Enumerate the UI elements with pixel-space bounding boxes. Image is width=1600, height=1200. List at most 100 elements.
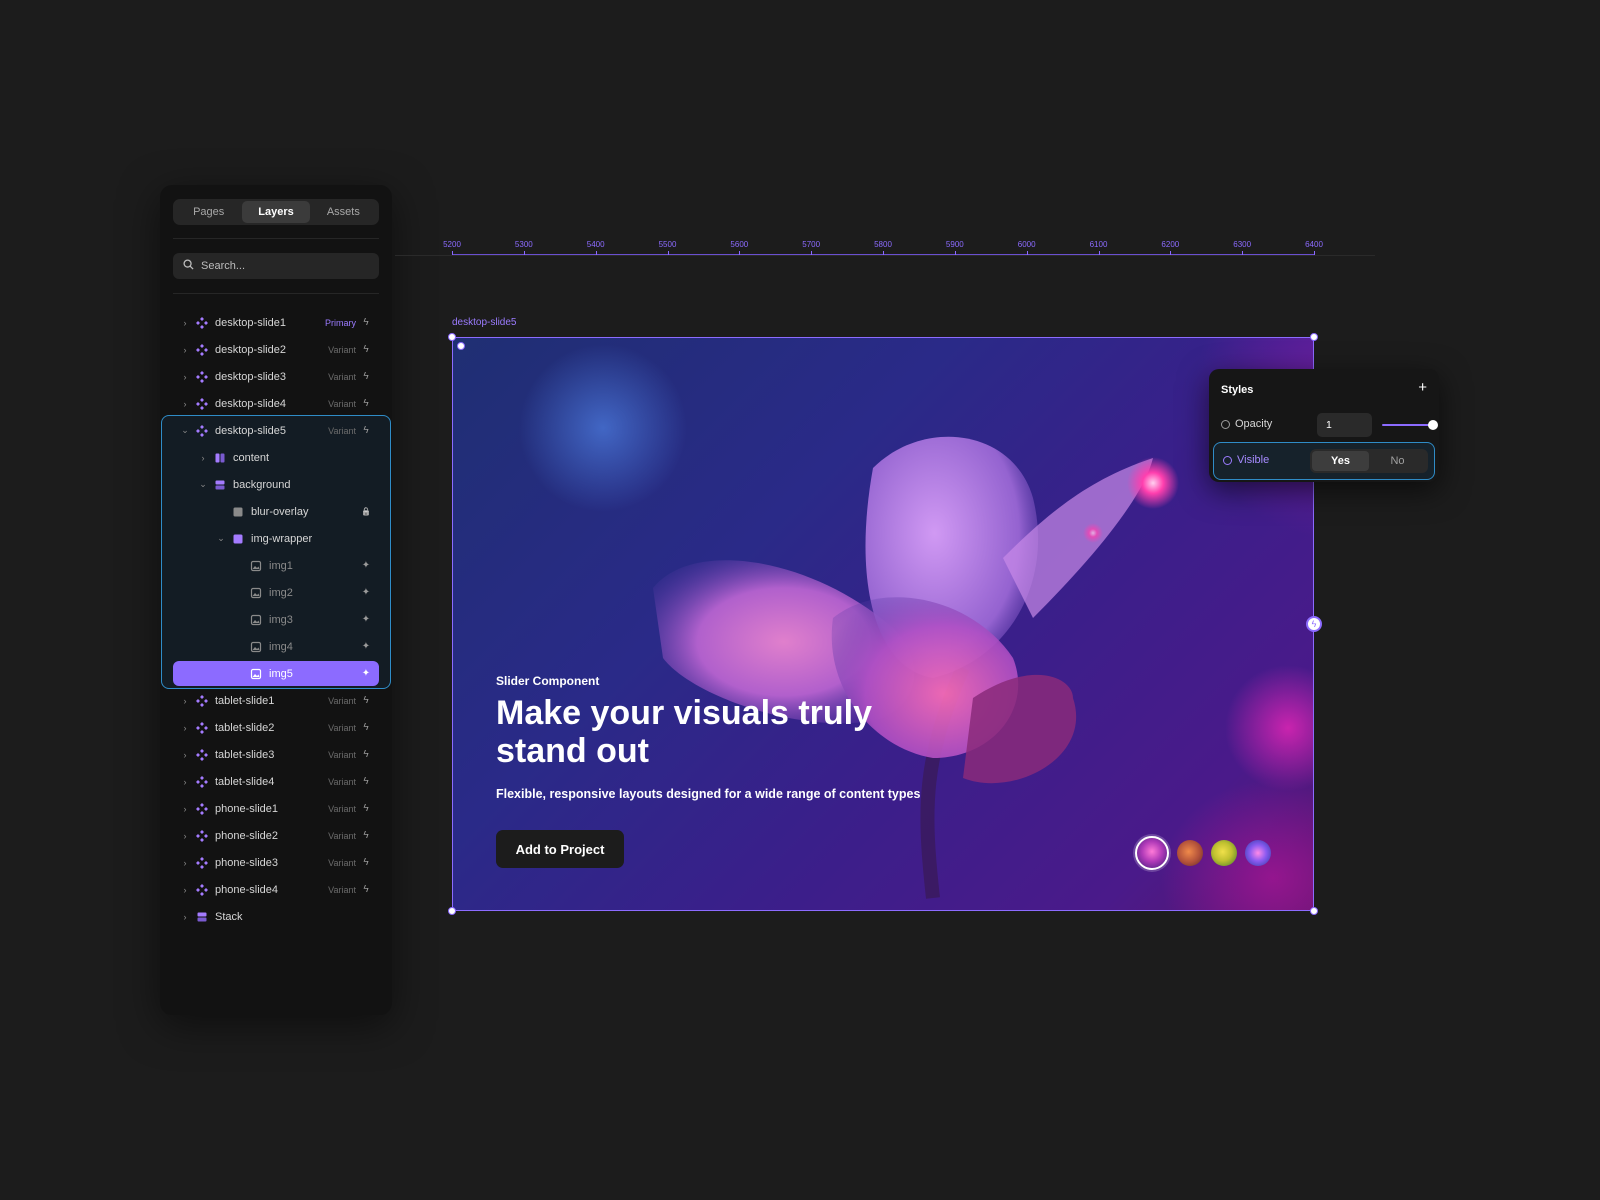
visible-no-button[interactable]: No: [1369, 451, 1426, 471]
add-to-project-button[interactable]: Add to Project: [496, 830, 624, 868]
tab-assets[interactable]: Assets: [310, 201, 377, 223]
layer-row-img3[interactable]: img3 ✦: [160, 606, 392, 633]
layer-row-desktop-slide4[interactable]: › desktop-slide4 Variant ϟ: [160, 390, 392, 417]
layer-row-desktop-slide5[interactable]: ⌄ desktop-slide5 Variant ϟ: [160, 417, 392, 444]
sparkle-icon[interactable]: ✦: [360, 668, 372, 680]
layer-search[interactable]: [173, 253, 379, 279]
bolt-icon[interactable]: ϟ: [360, 344, 372, 356]
corner-handle-top-right[interactable]: [1310, 333, 1318, 341]
layer-name: phone-slide1: [215, 802, 278, 815]
thumb-yellow-leaf[interactable]: [1211, 840, 1237, 866]
layer-row-blur-overlay[interactable]: blur-overlay 🔒: [160, 498, 392, 525]
layer-row-img-wrapper[interactable]: ⌄ img-wrapper: [160, 525, 392, 552]
chevron-down-icon[interactable]: ⌄: [198, 479, 208, 490]
opacity-slider-track[interactable]: [1382, 424, 1434, 426]
layer-row-phone-slide2[interactable]: › phone-slide2 Variant ϟ: [160, 822, 392, 849]
chevron-down-icon[interactable]: ⌄: [216, 533, 226, 544]
layer-row-background[interactable]: ⌄ background: [160, 471, 392, 498]
ruler-tick-mark: [595, 251, 597, 255]
layer-row-img4[interactable]: img4 ✦: [160, 633, 392, 660]
chevron-right-icon[interactable]: ›: [180, 831, 190, 841]
layer-row-desktop-slide1[interactable]: › desktop-slide1 Primary ϟ: [160, 309, 392, 336]
bolt-icon[interactable]: ϟ: [360, 776, 372, 788]
bolt-icon[interactable]: ϟ: [360, 857, 372, 869]
lock-icon[interactable]: 🔒: [360, 506, 372, 518]
opacity-slider-knob[interactable]: [1428, 420, 1438, 430]
layer-row-content[interactable]: › content: [160, 444, 392, 471]
layer-name: background: [233, 478, 291, 491]
layer-row-img2[interactable]: img2 ✦: [160, 579, 392, 606]
bolt-icon[interactable]: ϟ: [360, 371, 372, 383]
chevron-right-icon[interactable]: ›: [180, 777, 190, 787]
layer-row-desktop-slide2[interactable]: › desktop-slide2 Variant ϟ: [160, 336, 392, 363]
chevron-right-icon[interactable]: ›: [180, 858, 190, 868]
chevron-right-icon[interactable]: ›: [180, 345, 190, 355]
chevron-right-icon[interactable]: ›: [180, 804, 190, 814]
bolt-icon[interactable]: ϟ: [360, 722, 372, 734]
frame-label[interactable]: desktop-slide5: [452, 317, 516, 328]
layer-tree: › desktop-slide1 Primary ϟ › desktop-slide2 Va…: [160, 309, 392, 930]
thumb-blue-flower[interactable]: [1245, 840, 1271, 866]
bolt-icon[interactable]: ϟ: [1306, 616, 1322, 632]
ruler-tick-mark: [739, 251, 741, 255]
ruler-tick-label: 5300: [514, 240, 533, 249]
layer-row-img5[interactable]: img5 ✦: [160, 660, 392, 687]
ruler-tick-label: 6300: [1233, 240, 1252, 249]
chevron-right-icon[interactable]: ›: [180, 372, 190, 382]
layer-row-phone-slide4[interactable]: › phone-slide4 Variant ϟ: [160, 876, 392, 903]
ruler-tick-mark: [811, 251, 813, 255]
chevron-right-icon[interactable]: ›: [198, 453, 208, 463]
visible-yes-button[interactable]: Yes: [1312, 451, 1369, 471]
component-icon: [196, 343, 208, 356]
bolt-icon[interactable]: ϟ: [360, 695, 372, 707]
opacity-input[interactable]: [1317, 413, 1372, 437]
bolt-icon[interactable]: ϟ: [360, 749, 372, 761]
bolt-icon[interactable]: ϟ: [360, 884, 372, 896]
circle-icon: [1223, 456, 1232, 465]
ruler-tick-mark: [452, 251, 453, 255]
slide-thumbnails: [1135, 836, 1271, 870]
bolt-icon[interactable]: ϟ: [360, 398, 372, 410]
corner-handle-top-left[interactable]: [457, 342, 465, 350]
bolt-icon[interactable]: ϟ: [360, 317, 372, 329]
corner-handle-top-left[interactable]: [448, 333, 456, 341]
chevron-right-icon[interactable]: ›: [180, 885, 190, 895]
layer-row-img1[interactable]: img1 ✦: [160, 552, 392, 579]
thumb-orange-flower[interactable]: [1177, 840, 1203, 866]
component-icon: [196, 856, 208, 869]
layer-name: tablet-slide4: [215, 775, 275, 788]
chevron-right-icon[interactable]: ›: [180, 912, 190, 922]
layer-row-tablet-slide4[interactable]: › tablet-slide4 Variant ϟ: [160, 768, 392, 795]
chevron-down-icon[interactable]: ⌄: [180, 425, 190, 436]
chevron-right-icon[interactable]: ›: [180, 696, 190, 706]
corner-handle-bottom-right[interactable]: [1310, 907, 1318, 915]
tab-layers[interactable]: Layers: [242, 201, 310, 223]
layer-row-desktop-slide3[interactable]: › desktop-slide3 Variant ϟ: [160, 363, 392, 390]
chevron-right-icon[interactable]: ›: [180, 318, 190, 328]
chevron-right-icon[interactable]: ›: [180, 723, 190, 733]
layer-name: img4: [269, 640, 293, 653]
layer-row-stack[interactable]: › Stack: [160, 903, 392, 930]
layer-row-tablet-slide2[interactable]: › tablet-slide2 Variant ϟ: [160, 714, 392, 741]
search-input[interactable]: [201, 260, 361, 272]
layer-row-phone-slide1[interactable]: › phone-slide1 Variant ϟ: [160, 795, 392, 822]
sparkle-icon[interactable]: ✦: [360, 614, 372, 626]
stack-icon: [196, 911, 208, 923]
sparkle-icon[interactable]: ✦: [360, 641, 372, 653]
bolt-icon[interactable]: ϟ: [360, 830, 372, 842]
image-icon: [250, 587, 262, 599]
layer-row-phone-slide3[interactable]: › phone-slide3 Variant ϟ: [160, 849, 392, 876]
chevron-right-icon[interactable]: ›: [180, 399, 190, 409]
layer-row-tablet-slide3[interactable]: › tablet-slide3 Variant ϟ: [160, 741, 392, 768]
tab-pages[interactable]: Pages: [175, 201, 242, 223]
plus-icon[interactable]: +: [1418, 379, 1427, 396]
corner-handle-bottom-left[interactable]: [448, 907, 456, 915]
bolt-icon[interactable]: ϟ: [360, 425, 372, 437]
sparkle-icon[interactable]: ✦: [360, 587, 372, 599]
layer-row-tablet-slide1[interactable]: › tablet-slide1 Variant ϟ: [160, 687, 392, 714]
sparkle-icon[interactable]: ✦: [360, 560, 372, 572]
bolt-icon[interactable]: ϟ: [360, 803, 372, 815]
chevron-right-icon[interactable]: ›: [180, 750, 190, 760]
slide-frame[interactable]: Slider Component Make your visuals truly…: [452, 337, 1314, 911]
thumb-pink-flower[interactable]: [1135, 836, 1169, 870]
